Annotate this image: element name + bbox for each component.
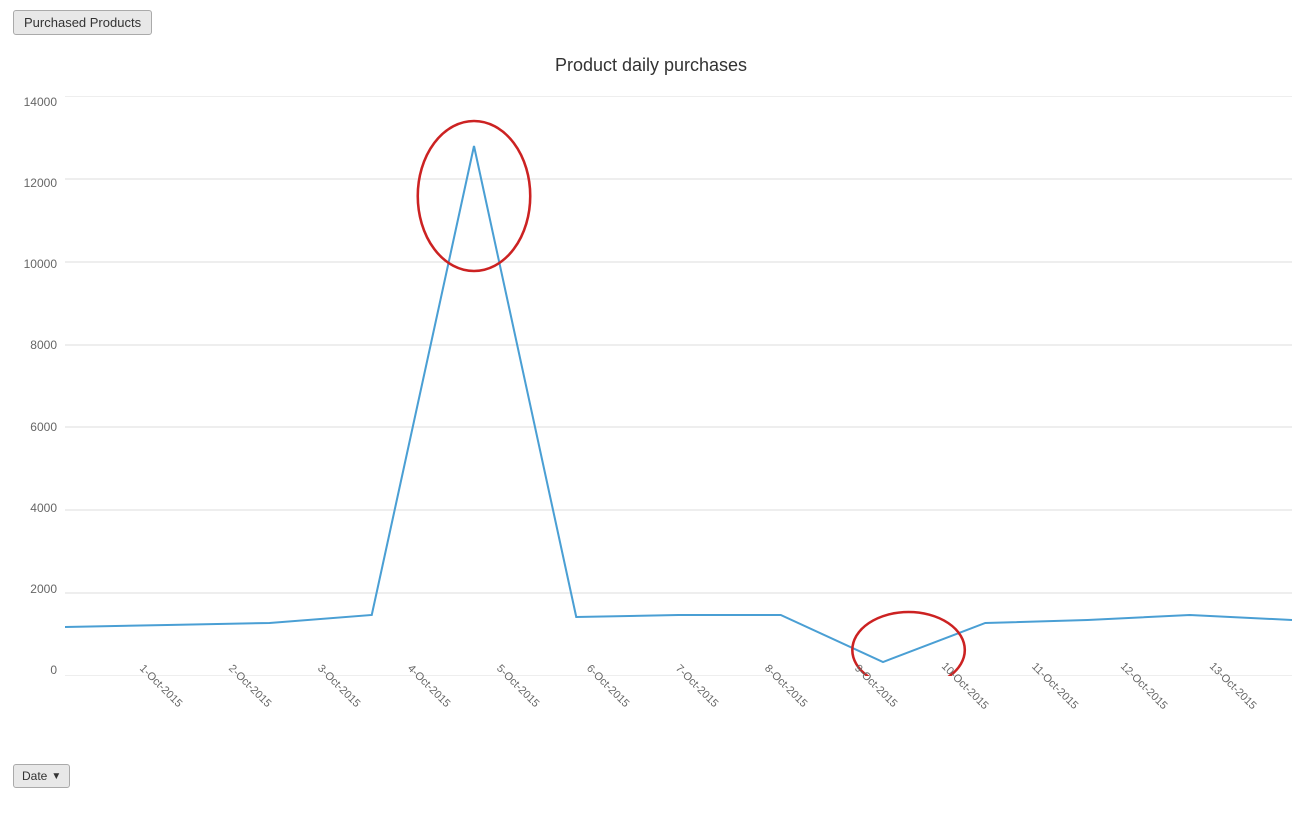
line-chart-svg — [65, 96, 1292, 676]
x-label-4: 4-Oct-2015 — [388, 682, 477, 746]
y-label-4000: 4000 — [30, 502, 57, 514]
x-label-1: 1-Oct-2015 — [120, 682, 209, 746]
x-label-9: 9-Oct-2015 — [835, 682, 924, 746]
chart-container: Product daily purchases 14000 12000 1000… — [0, 45, 1312, 756]
x-label-2: 2-Oct-2015 — [209, 682, 298, 746]
data-line — [65, 146, 1292, 662]
x-label-13: 13-Oct-2015 — [1193, 682, 1282, 746]
date-label: Date — [22, 769, 47, 783]
y-axis: 14000 12000 10000 8000 6000 4000 2000 0 — [10, 96, 65, 676]
x-label-7: 7-Oct-2015 — [656, 682, 745, 746]
x-label-6: 6-Oct-2015 — [567, 682, 656, 746]
x-label-8: 8-Oct-2015 — [746, 682, 835, 746]
top-bar: Purchased Products — [0, 0, 1312, 45]
chart-title: Product daily purchases — [10, 55, 1292, 76]
chart-body — [65, 96, 1292, 676]
x-label-5: 5-Oct-2015 — [478, 682, 567, 746]
y-label-14000: 14000 — [24, 96, 57, 108]
bottom-bar: Date ▼ — [0, 756, 1312, 796]
x-label-3: 3-Oct-2015 — [299, 682, 388, 746]
x-axis: 1-Oct-2015 2-Oct-2015 3-Oct-2015 4-Oct-2… — [65, 676, 1292, 746]
y-label-0: 0 — [50, 664, 57, 676]
y-label-8000: 8000 — [30, 339, 57, 351]
dropdown-arrow-icon: ▼ — [51, 771, 61, 782]
x-label-12: 12-Oct-2015 — [1103, 682, 1192, 746]
chart-area: 14000 12000 10000 8000 6000 4000 2000 0 — [10, 96, 1292, 676]
peak-annotation-circle — [418, 121, 530, 271]
date-dropdown-button[interactable]: Date ▼ — [13, 764, 70, 788]
y-label-12000: 12000 — [24, 177, 57, 189]
y-label-2000: 2000 — [30, 583, 57, 595]
y-label-10000: 10000 — [24, 258, 57, 270]
y-label-6000: 6000 — [30, 421, 57, 433]
x-label-11: 11-Oct-2015 — [1014, 682, 1103, 746]
purchased-products-button[interactable]: Purchased Products — [13, 10, 152, 35]
x-label-10: 10-Oct-2015 — [925, 682, 1014, 746]
